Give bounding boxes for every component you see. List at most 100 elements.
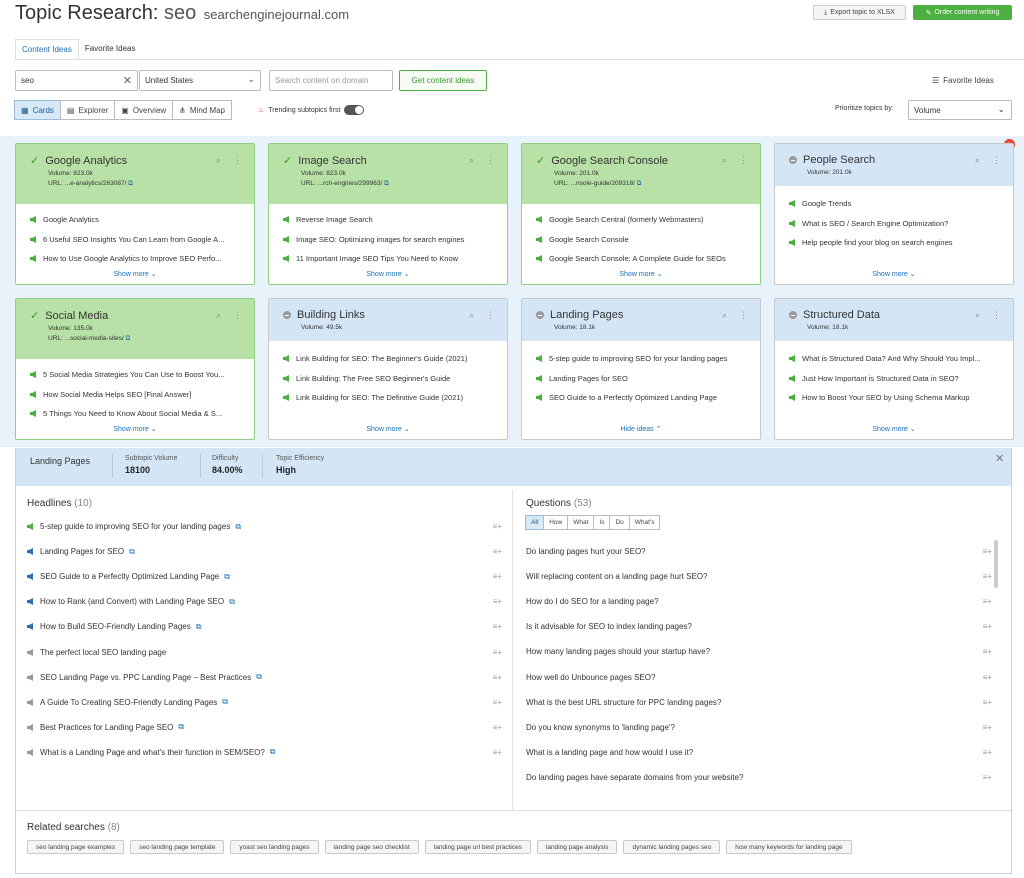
add-to-list-icon[interactable]: ≡+ [983, 647, 992, 656]
question-row[interactable]: What is the best URL structure for PPC l… [526, 690, 992, 715]
external-link-icon[interactable]: ⧉ [129, 547, 135, 557]
question-tab[interactable]: How [543, 515, 569, 530]
show-more-link[interactable]: Show more ⌄ [16, 270, 254, 278]
show-more-link[interactable]: Show more ⌄ [775, 425, 1013, 433]
question-row[interactable]: How well do Unbounce pages SEO? ≡+ [526, 665, 992, 690]
add-to-list-icon[interactable]: ≡+ [493, 572, 502, 581]
add-to-list-icon[interactable]: ≡+ [983, 597, 992, 606]
add-to-list-icon[interactable]: ≡+ [493, 723, 502, 732]
related-search-chip[interactable]: landing page analysis [536, 840, 618, 854]
topic-card[interactable]: People Search Volume: 201.0k ⌕ ⋮ Google T… [774, 143, 1014, 285]
card-idea-item[interactable]: Google Trends [789, 194, 1003, 214]
card-idea-item[interactable]: How to Boost Your SEO by Using Schema Ma… [789, 388, 1003, 408]
add-to-list-icon[interactable]: ≡+ [983, 572, 992, 581]
topic-card[interactable]: ✓ Google Search Console Volume: 201.0k URL… [521, 143, 761, 285]
question-row[interactable]: Do you know synonyms to 'landing page'? ≡… [526, 715, 992, 740]
card-idea-item[interactable]: 6 Useful SEO Insights You Can Learn from… [30, 230, 244, 250]
question-row[interactable]: How many landing pages should your start… [526, 639, 992, 664]
card-idea-item[interactable]: Reverse Image Search [283, 210, 497, 230]
related-search-chip[interactable]: seo landing page examples [27, 840, 125, 854]
topic-card[interactable]: ✓ Social Media Volume: 135.0k URL: ...soci… [15, 298, 255, 440]
headline-row[interactable]: Landing Pages for SEO ⧉ ≡+ [27, 539, 502, 564]
card-idea-item[interactable]: Google Search Console [536, 230, 750, 250]
card-url[interactable]: URL: ...e-analytics/263087/ ⧉ [48, 179, 244, 189]
search-icon[interactable]: ⌕ [975, 155, 980, 166]
card-idea-item[interactable]: Link Building for SEO: The Beginner's Gu… [283, 349, 497, 369]
search-icon[interactable]: ⌕ [216, 310, 221, 321]
tab-favorite-ideas[interactable]: Favorite Ideas [79, 39, 142, 60]
search-icon[interactable]: ⌕ [722, 155, 727, 166]
add-to-list-icon[interactable]: ≡+ [983, 723, 992, 732]
more-vertical-icon[interactable]: ⋮ [992, 155, 1001, 166]
search-input[interactable]: seo ✕ [15, 70, 138, 91]
add-to-list-icon[interactable]: ≡+ [983, 673, 992, 682]
more-vertical-icon[interactable]: ⋮ [233, 310, 242, 321]
question-tab[interactable]: What's [628, 515, 661, 530]
card-idea-item[interactable]: Link Building: The Free SEO Beginner's G… [283, 369, 497, 389]
card-idea-item[interactable]: How to Use Google Analytics to Improve S… [30, 249, 244, 269]
show-more-link[interactable]: Show more ⌄ [522, 270, 760, 278]
add-to-list-icon[interactable]: ≡+ [493, 622, 502, 631]
headline-row[interactable]: The perfect local SEO landing page ≡+ [27, 640, 502, 665]
view-overview-button[interactable]: ▣ Overview [114, 100, 174, 120]
topic-card[interactable]: Landing Pages Volume: 18.1k ⌕ ⋮ 5-step gu… [521, 298, 761, 440]
card-idea-item[interactable]: Link Building for SEO: The Definitive Gu… [283, 388, 497, 408]
card-idea-item[interactable]: Landing Pages for SEO [536, 369, 750, 389]
card-idea-item[interactable]: Image SEO: Optimizing images for search … [283, 230, 497, 250]
external-link-icon[interactable]: ⧉ [256, 672, 262, 682]
more-vertical-icon[interactable]: ⋮ [992, 310, 1001, 321]
more-vertical-icon[interactable]: ⋮ [486, 155, 495, 166]
card-url[interactable]: URL: ...nsole-guide/209318/ ⧉ [554, 179, 750, 189]
search-icon[interactable]: ⌕ [975, 310, 980, 321]
question-row[interactable]: What is a landing page and how would I u… [526, 740, 992, 765]
question-row[interactable]: Do landing pages have separate domains f… [526, 765, 992, 790]
headline-row[interactable]: Best Practices for Landing Page SEO ⧉ ≡+ [27, 715, 502, 740]
question-row[interactable]: How do I do SEO for a landing page? ≡+ [526, 589, 992, 614]
get-content-ideas-button[interactable]: Get content ideas [399, 70, 487, 91]
external-link-icon[interactable]: ⧉ [224, 572, 230, 582]
add-to-list-icon[interactable]: ≡+ [493, 597, 502, 606]
related-search-chip[interactable]: how many keywords for landing page [726, 840, 852, 854]
topic-card[interactable]: ✓ Image Search Volume: 823.0k URL: ...rch-… [268, 143, 508, 285]
add-to-list-icon[interactable]: ≡+ [983, 773, 992, 782]
more-vertical-icon[interactable]: ⋮ [739, 155, 748, 166]
add-to-list-icon[interactable]: ≡+ [983, 748, 992, 757]
card-idea-item[interactable]: 11 Important Image SEO Tips You Need to … [283, 249, 497, 269]
related-search-chip[interactable]: dynamic landing pages seo [623, 840, 721, 854]
related-search-chip[interactable]: yoast seo landing pages [230, 840, 319, 854]
close-icon[interactable]: ✕ [995, 452, 1004, 465]
add-to-list-icon[interactable]: ≡+ [493, 648, 502, 657]
tab-content-ideas[interactable]: Content Ideas [15, 39, 79, 60]
card-idea-item[interactable]: Google Analytics [30, 210, 244, 230]
card-idea-item[interactable]: Google Search Console: A Complete Guide … [536, 249, 750, 269]
domain-input[interactable]: Search content on domain [269, 70, 393, 91]
card-idea-item[interactable]: SEO Guide to a Perfectly Optimized Landi… [536, 388, 750, 408]
add-to-list-icon[interactable]: ≡+ [493, 673, 502, 682]
favorite-ideas-link[interactable]: ☰ Favorite Ideas [932, 76, 994, 85]
prioritize-select[interactable]: Volume ⌄ [908, 100, 1012, 120]
question-row[interactable]: Do landing pages hurt your SEO? ≡+ [526, 539, 992, 564]
country-select[interactable]: United States ⌄ [139, 70, 261, 91]
card-idea-item[interactable]: 5 Things You Need to Know About Social M… [30, 404, 244, 424]
headline-row[interactable]: How to Build SEO-Friendly Landing Pages ⧉… [27, 614, 502, 639]
card-idea-item[interactable]: 5-step guide to improving SEO for your l… [536, 349, 750, 369]
question-row[interactable]: Is it advisable for SEO to index landing… [526, 614, 992, 639]
search-icon[interactable]: ⌕ [469, 310, 474, 321]
headline-row[interactable]: SEO Guide to a Perfectly Optimized Landi… [27, 564, 502, 589]
show-more-link[interactable]: Show more ⌄ [16, 425, 254, 433]
card-idea-item[interactable]: What is SEO / Search Engine Optimization… [789, 214, 1003, 234]
search-icon[interactable]: ⌕ [469, 155, 474, 166]
topic-card[interactable]: Structured Data Volume: 18.1k ⌕ ⋮ What is… [774, 298, 1014, 440]
add-to-list-icon[interactable]: ≡+ [983, 622, 992, 631]
topic-card[interactable]: Building Links Volume: 49.5k ⌕ ⋮ Link Bui… [268, 298, 508, 440]
add-to-list-icon[interactable]: ≡+ [493, 547, 502, 556]
search-icon[interactable]: ⌕ [722, 310, 727, 321]
add-to-list-icon[interactable]: ≡+ [493, 698, 502, 707]
add-to-list-icon[interactable]: ≡+ [983, 547, 992, 556]
related-search-chip[interactable]: seo landing page template [130, 840, 225, 854]
view-cards-button[interactable]: ▦ Cards [14, 100, 61, 120]
export-xlsx-button[interactable]: ⤓ Export topic to XLSX [813, 5, 906, 20]
more-vertical-icon[interactable]: ⋮ [486, 310, 495, 321]
clear-icon[interactable]: ✕ [123, 74, 132, 87]
headline-row[interactable]: What is a Landing Page and what's their … [27, 740, 502, 765]
